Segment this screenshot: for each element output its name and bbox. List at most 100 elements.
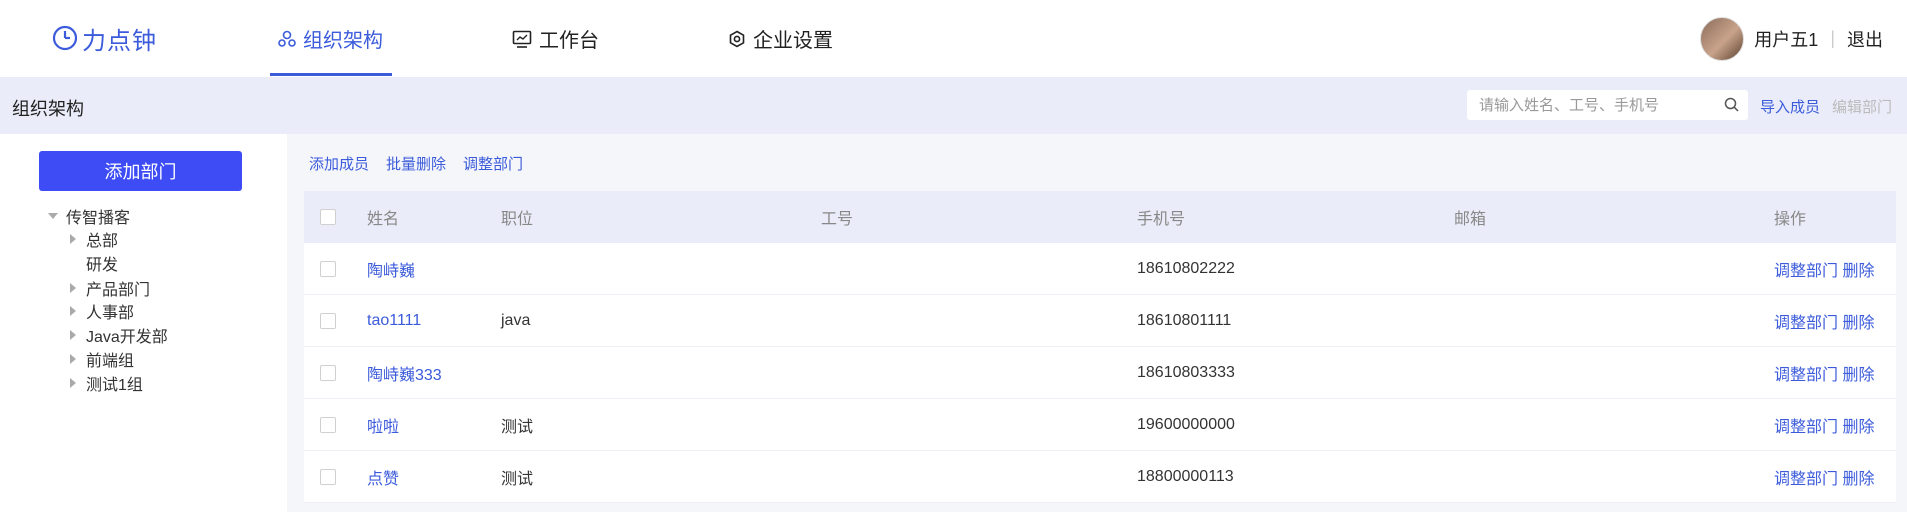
table-row: 陶峙巍 18610802222 调整部门 删除 (304, 243, 1896, 295)
member-position: java (501, 311, 531, 329)
tree-label: 传智播客 (66, 210, 131, 227)
tree-label: 前端组 (86, 353, 135, 370)
org-icon (278, 30, 296, 48)
row-checkbox[interactable] (320, 416, 336, 433)
nav-workbench[interactable]: 工作台 (512, 0, 599, 77)
member-name-link[interactable]: 啦啦 (367, 413, 399, 437)
add-member-button[interactable]: 添加成员 (309, 153, 369, 174)
department-sidebar: 添加部门 传智播客 总部 研发 产品部门 人事部 Java开发部 前端组 测试1… (0, 134, 287, 512)
tree-item[interactable]: 前端组 (70, 347, 134, 371)
top-bar: 力点钟 组织架构 工作台 企业设置 用户五1 | 退出 (0, 0, 1907, 77)
member-name-link[interactable]: tao1111 (367, 312, 421, 330)
caret-right-icon[interactable] (70, 378, 76, 388)
member-name-link[interactable]: 陶峙巍 (367, 257, 415, 281)
member-name-link[interactable]: 陶峙巍333 (367, 361, 442, 385)
column-header: 手机号 (1137, 211, 1186, 228)
logout-link[interactable]: 退出 (1847, 26, 1883, 52)
user-area: 用户五1 | 退出 (1700, 0, 1883, 77)
search-icon[interactable] (1724, 97, 1739, 117)
row-checkbox[interactable] (320, 260, 336, 277)
delete-link[interactable]: 删除 (1842, 263, 1874, 280)
clock-logo-icon (52, 25, 78, 51)
members-panel: 添加成员 批量删除 调整部门 姓名 职位 工号 手机号 邮箱 操作 陶峙巍 18… (287, 134, 1907, 512)
tree-label: 测试1组 (86, 377, 143, 394)
sub-header: 组织架构 导入成员 编辑部门 (0, 77, 1907, 134)
tree-item[interactable]: 研发 (86, 251, 118, 275)
nav-label: 企业设置 (753, 30, 833, 52)
delete-link[interactable]: 删除 (1842, 419, 1874, 436)
adjust-department-link[interactable]: 调整部门 (1774, 419, 1838, 436)
row-checkbox[interactable] (320, 312, 336, 329)
tree-item[interactable]: 人事部 (70, 299, 134, 323)
active-tab-indicator (270, 73, 392, 76)
brand-name: 力点钟 (82, 27, 157, 55)
adjust-department-button[interactable]: 调整部门 (463, 153, 523, 174)
member-phone: 18610801111 (1137, 311, 1232, 329)
delete-link[interactable]: 删除 (1842, 315, 1874, 332)
nav-label: 组织架构 (303, 30, 383, 52)
divider: | (1830, 28, 1835, 48)
member-phone: 18610803333 (1137, 363, 1235, 381)
member-phone: 18800000113 (1137, 467, 1234, 485)
delete-link[interactable]: 删除 (1842, 367, 1874, 384)
table-row: tao1111 java 18610801111 调整部门 删除 (304, 295, 1896, 347)
caret-right-icon[interactable] (70, 283, 76, 293)
tree-item[interactable]: 测试1组 (70, 371, 143, 395)
row-checkbox[interactable] (320, 468, 336, 485)
table-header: 姓名 职位 工号 手机号 邮箱 操作 (304, 191, 1896, 243)
nav-company-settings[interactable]: 企业设置 (728, 0, 833, 77)
avatar[interactable] (1700, 16, 1745, 61)
brand-logo[interactable]: 力点钟 (52, 20, 157, 56)
search-input[interactable] (1467, 90, 1731, 120)
table-row: 啦啦 测试 19600000000 调整部门 删除 (304, 399, 1896, 451)
caret-right-icon[interactable] (70, 234, 76, 244)
tree-label: 总部 (86, 233, 119, 250)
edit-department-link[interactable]: 编辑部门 (1832, 96, 1892, 117)
import-members-link[interactable]: 导入成员 (1760, 96, 1820, 117)
member-name-link[interactable]: 点赞 (367, 465, 399, 489)
adjust-department-link[interactable]: 调整部门 (1774, 471, 1838, 488)
tree-item[interactable]: 总部 (70, 227, 118, 251)
caret-right-icon[interactable] (70, 306, 76, 316)
member-position: 测试 (501, 418, 534, 436)
column-header: 邮箱 (1454, 211, 1487, 228)
tree-label: 产品部门 (86, 282, 151, 299)
tree-item[interactable]: Java开发部 (70, 323, 168, 347)
adjust-department-link[interactable]: 调整部门 (1774, 315, 1838, 332)
table-toolbar: 添加成员 批量删除 调整部门 (309, 153, 523, 174)
nav-org-structure[interactable]: 组织架构 (278, 0, 383, 77)
tree-root[interactable]: 传智播客 (48, 204, 130, 228)
member-position: 测试 (501, 470, 534, 488)
row-checkbox[interactable] (320, 364, 336, 381)
adjust-department-link[interactable]: 调整部门 (1774, 263, 1838, 280)
tree-item[interactable]: 产品部门 (70, 276, 150, 300)
tree-label: 人事部 (86, 305, 135, 322)
caret-right-icon[interactable] (70, 354, 76, 364)
select-all-checkbox[interactable] (320, 209, 336, 225)
tree-label: 研发 (86, 257, 119, 274)
workbench-icon (512, 30, 532, 48)
members-table: 姓名 职位 工号 手机号 邮箱 操作 陶峙巍 18610802222 调整部门 … (304, 191, 1896, 503)
column-header: 工号 (821, 211, 854, 228)
row-actions: 调整部门 删除 (1774, 465, 1874, 489)
search-box (1467, 90, 1748, 120)
row-actions: 调整部门 删除 (1774, 257, 1874, 281)
member-phone: 18610802222 (1137, 259, 1235, 277)
user-name[interactable]: 用户五1 (1754, 26, 1818, 52)
add-department-button[interactable]: 添加部门 (39, 151, 242, 191)
gear-icon (728, 30, 746, 48)
column-header: 操作 (1774, 211, 1807, 228)
row-actions: 调整部门 删除 (1774, 413, 1874, 437)
caret-down-icon[interactable] (48, 213, 58, 219)
caret-right-icon[interactable] (70, 330, 76, 340)
table-row: 点赞 测试 18800000113 调整部门 删除 (304, 451, 1896, 503)
nav-label: 工作台 (539, 30, 599, 52)
row-actions: 调整部门 删除 (1774, 361, 1874, 385)
member-phone: 19600000000 (1137, 415, 1235, 433)
row-actions: 调整部门 删除 (1774, 309, 1874, 333)
column-header: 职位 (501, 211, 534, 228)
batch-delete-button[interactable]: 批量删除 (386, 153, 446, 174)
column-header: 姓名 (367, 211, 400, 228)
adjust-department-link[interactable]: 调整部门 (1774, 367, 1838, 384)
delete-link[interactable]: 删除 (1842, 471, 1874, 488)
